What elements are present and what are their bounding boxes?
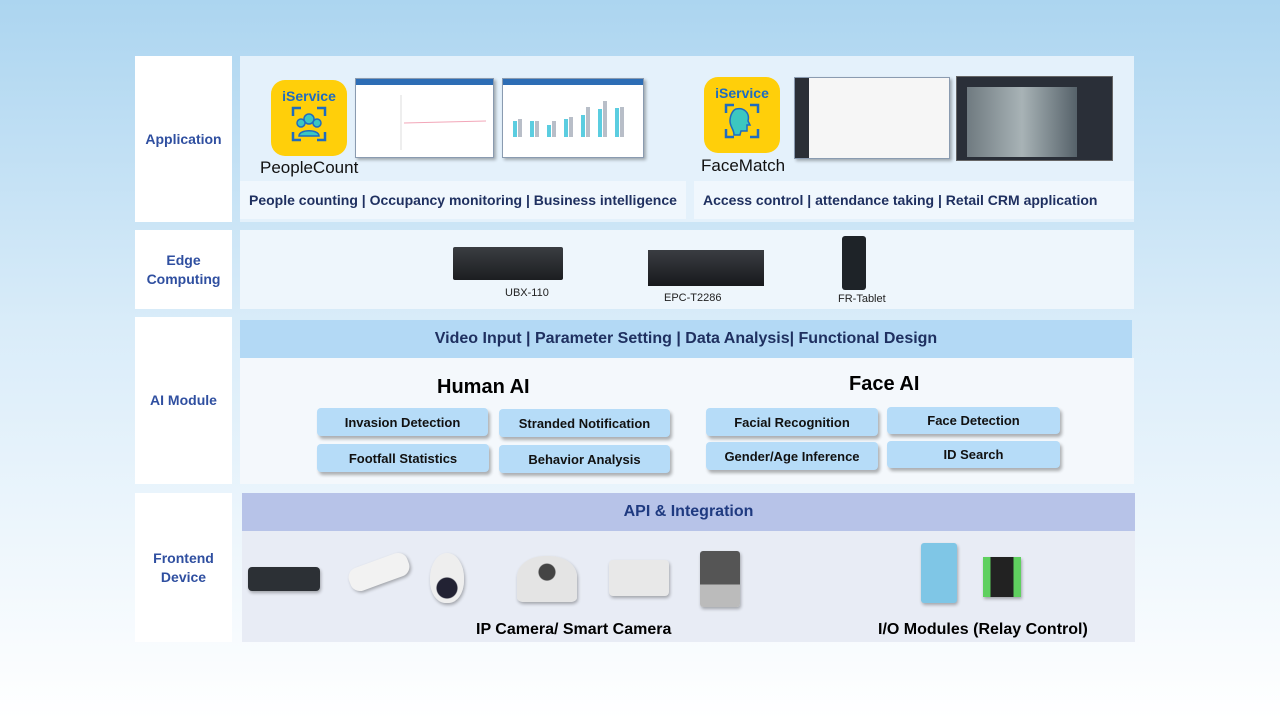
stereo-camera-image	[609, 560, 669, 596]
fr-tablet-device-image	[842, 236, 866, 290]
chip-id-search: ID Search	[887, 441, 1060, 468]
relay-module-image	[983, 557, 1021, 597]
chip-behavior-analysis: Behavior Analysis	[499, 445, 670, 473]
app-name: FaceMatch	[701, 156, 786, 175]
chip-footfall-statistics: Footfall Statistics	[317, 444, 489, 472]
chip-invasion-detection: Invasion Detection	[317, 408, 488, 436]
peoplecount-tagline: People counting | Occupancy monitoring |…	[240, 181, 686, 219]
ubx-110-device-image	[453, 247, 563, 280]
api-header: API & Integration	[242, 493, 1135, 531]
app-brand: iService	[715, 85, 769, 101]
device-label: FR-Tablet	[838, 293, 886, 305]
people-group-icon	[291, 106, 327, 142]
chip-gender-age-inference: Gender/Age Inference	[706, 442, 878, 470]
dome-camera-image	[430, 553, 464, 603]
chip-face-detection: Face Detection	[887, 407, 1060, 434]
ai-header: Video Input | Parameter Setting | Data A…	[240, 320, 1132, 358]
peoplecount-app-icon: iService	[271, 80, 347, 156]
facematch-list-screenshot	[794, 77, 950, 159]
turret-camera-image	[517, 556, 577, 602]
layer-label-application: Application	[135, 56, 232, 222]
facematch-app-icon: iService	[704, 77, 780, 153]
cameras-label: IP Camera/ Smart Camera	[476, 621, 672, 638]
layer-label-frontend: Frontend Device	[135, 493, 232, 642]
facematch-camera-screenshot	[956, 76, 1113, 161]
face-camera-image	[700, 551, 740, 607]
layer-label-edge: Edge Computing	[135, 230, 232, 309]
device-label: EPC-T2286	[664, 292, 722, 304]
facematch-tagline: Access control | attendance taking | Ret…	[694, 181, 1134, 219]
adam-io-module-image	[921, 543, 957, 603]
app-name: PeopleCount	[260, 158, 359, 177]
epc-t2286-device-image	[648, 250, 764, 286]
face-ai-title: Face AI	[849, 373, 920, 395]
peoplecount-dashboard-screenshot	[355, 78, 494, 158]
device-label: UBX-110	[505, 287, 549, 299]
chip-facial-recognition: Facial Recognition	[706, 408, 878, 436]
chip-stranded-notification: Stranded Notification	[499, 409, 670, 437]
layer-label-ai: AI Module	[135, 317, 232, 484]
human-ai-title: Human AI	[437, 376, 530, 398]
depth-camera-image	[248, 567, 320, 591]
face-scan-icon	[724, 103, 760, 139]
io-modules-label: I/O Modules (Relay Control)	[878, 621, 1088, 638]
app-brand: iService	[282, 88, 336, 104]
peoplecount-chart-screenshot	[502, 78, 644, 158]
